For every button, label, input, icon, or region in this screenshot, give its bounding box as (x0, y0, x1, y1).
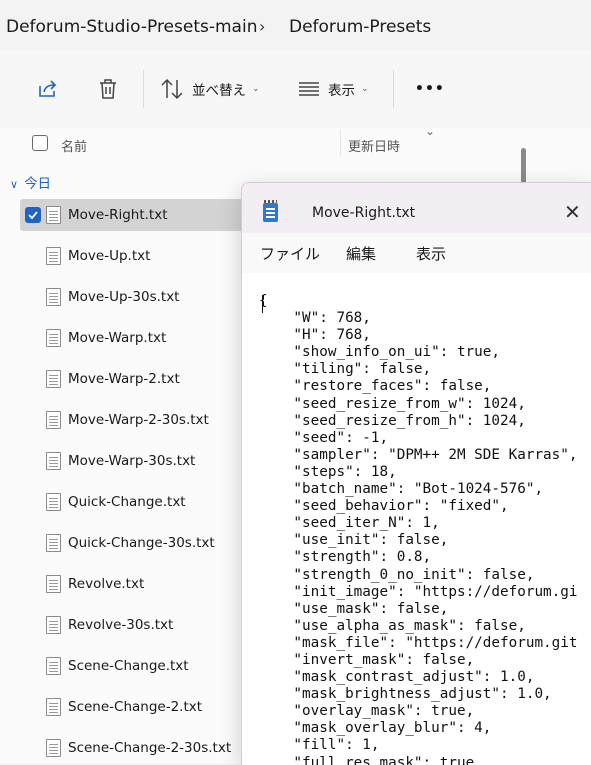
list-item[interactable]: Move-Warp-30s.txt (20, 445, 245, 477)
text-file-icon (46, 698, 61, 716)
file-name: Move-Warp-30s.txt (68, 453, 196, 469)
text-file-icon (46, 493, 61, 511)
chevron-right-icon: › (259, 17, 266, 36)
more-options-button[interactable]: ••• (415, 74, 445, 104)
view-button[interactable]: 表示 ⌄ (298, 74, 369, 104)
file-name: Move-Right.txt (68, 207, 168, 223)
file-name: Revolve.txt (68, 576, 145, 592)
text-file-icon (46, 575, 61, 593)
list-item[interactable]: Move-Warp-2-30s.txt (20, 404, 245, 436)
list-item[interactable]: Move-Up.txt (20, 240, 245, 272)
list-item[interactable]: Quick-Change.txt (20, 486, 245, 518)
trash-icon (100, 79, 116, 99)
file-name: Scene-Change-2-30s.txt (68, 740, 232, 756)
select-all-checkbox[interactable] (32, 135, 48, 151)
list-item[interactable]: Revolve.txt (20, 568, 245, 600)
file-name: Quick-Change-30s.txt (68, 535, 215, 551)
breadcrumb-item-parent[interactable]: Deforum-Studio-Presets-main (6, 17, 257, 37)
breadcrumb: Deforum-Studio-Presets-main › Deforum-Pr… (0, 0, 591, 51)
chevron-down-icon: ∨ (10, 178, 19, 191)
command-bar: 並べ替え ⌄ 表示 ⌄ ••• (0, 50, 591, 129)
text-file-icon (46, 739, 61, 757)
column-name[interactable]: 名前 (61, 136, 87, 155)
notepad-text-area[interactable]: { "W": 768, "H": 768, "show_info_on_ui":… (259, 293, 591, 765)
text-file-icon (46, 370, 61, 388)
notepad-menu-bar: ファイル 編集 表示 (242, 233, 591, 273)
text-file-icon (46, 206, 61, 224)
list-item[interactable]: Move-Warp-2.txt (20, 363, 245, 395)
toolbar-divider (393, 70, 394, 108)
share-button[interactable] (37, 74, 59, 104)
text-file-icon (46, 411, 61, 429)
file-name: Move-Warp-2.txt (68, 371, 180, 387)
group-label: 今日 (24, 176, 52, 192)
file-name: Move-Up-30s.txt (68, 289, 180, 305)
list-item[interactable]: Move-Right.txt (20, 199, 245, 231)
column-header: 名前 ⌄ 更新日時 (0, 124, 591, 158)
list-item[interactable]: Quick-Change-30s.txt (20, 527, 245, 559)
text-file-icon (46, 288, 61, 306)
column-divider[interactable] (340, 130, 341, 156)
chevron-down-icon: ⌄ (361, 84, 369, 94)
toolbar-divider (143, 70, 144, 108)
list-item[interactable]: Scene-Change-2-30s.txt (20, 732, 245, 764)
list-item[interactable]: Revolve-30s.txt (20, 609, 245, 641)
sort-icon (161, 78, 183, 100)
sort-chevron-icon: ⌄ (425, 124, 436, 138)
view-label: 表示 (328, 83, 355, 99)
chevron-down-icon: ⌄ (252, 84, 260, 94)
column-modified[interactable]: 更新日時 (348, 136, 400, 155)
list-item[interactable]: Move-Up-30s.txt (20, 281, 245, 313)
file-name: Scene-Change.txt (68, 658, 189, 674)
notepad-icon (263, 200, 278, 222)
text-file-icon (46, 329, 61, 347)
checkmark-icon (28, 211, 38, 220)
close-icon[interactable]: ✕ (564, 200, 581, 224)
file-name: Move-Warp.txt (68, 330, 167, 346)
text-file-icon (46, 657, 61, 675)
file-name: Revolve-30s.txt (68, 617, 174, 633)
group-header-today[interactable]: ∨ 今日 (10, 172, 51, 192)
text-file-icon (46, 534, 61, 552)
share-icon (39, 80, 57, 97)
list-item[interactable]: Move-Warp.txt (20, 322, 245, 354)
menu-view[interactable]: 表示 (416, 243, 446, 264)
notepad-title: Move-Right.txt (312, 205, 416, 221)
text-file-icon (46, 247, 61, 265)
sort-button[interactable]: 並べ替え ⌄ (160, 74, 260, 104)
file-name: Quick-Change.txt (68, 494, 186, 510)
sort-label: 並べ替え (192, 83, 246, 99)
notepad-window: Move-Right.txt ✕ ファイル 編集 表示 { "W": 768, … (241, 182, 591, 765)
breadcrumb-item-current[interactable]: Deforum-Presets (289, 17, 431, 37)
row-checkbox[interactable] (25, 207, 41, 223)
file-name: Move-Up.txt (68, 248, 151, 264)
text-file-icon (46, 616, 61, 634)
file-name: Scene-Change-2.txt (68, 699, 203, 715)
delete-button[interactable] (98, 74, 118, 104)
list-item[interactable]: Scene-Change-2.txt (20, 691, 245, 723)
list-item[interactable]: Scene-Change.txt (20, 650, 245, 682)
menu-edit[interactable]: 編集 (346, 243, 376, 264)
text-file-icon (46, 452, 61, 470)
file-name: Move-Warp-2-30s.txt (68, 412, 209, 428)
list-view-icon (299, 82, 319, 96)
menu-file[interactable]: ファイル (260, 243, 320, 264)
